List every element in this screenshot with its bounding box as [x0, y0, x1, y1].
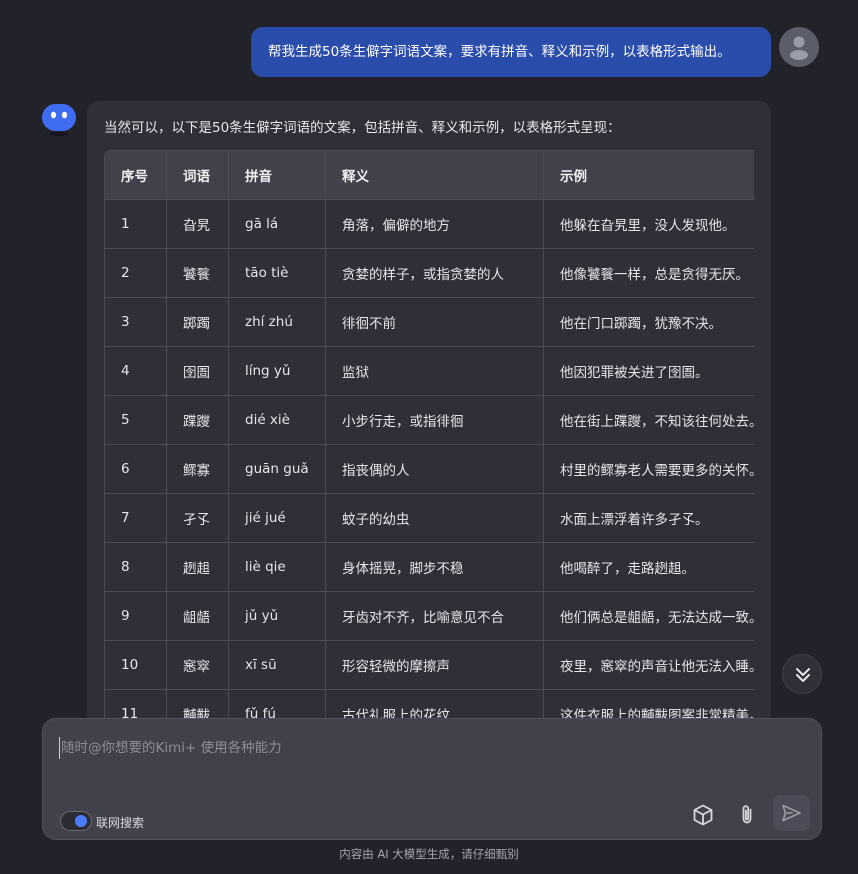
toggle-knob: [75, 815, 87, 827]
assistant-message-card: 当然可以，以下是50条生僻字词语的文案，包括拼音、释义和示例，以表格形式呈现： …: [87, 101, 771, 741]
table-row: 1 旮旯 gā lá 角落，偏僻的地方 他躲在旮旯里，没人发现他。: [104, 199, 754, 249]
table-row: 3 踯躅 zhí zhú 徘徊不前 他在门口踯躅，犹豫不决。: [104, 297, 754, 347]
double-chevron-down-icon: [796, 668, 810, 682]
cell-pinyin: jié jué: [228, 493, 326, 543]
table-row: 2 饕餮 tāo tiè 贪婪的样子，或指贪婪的人 他像饕餮一样，总是贪得无厌。: [104, 248, 754, 298]
scroll-to-bottom-button[interactable]: [782, 654, 822, 694]
table-row: 4 囹圄 líng yǔ 监狱 他因犯罪被关进了囹圄。: [104, 346, 754, 396]
message-input[interactable]: [59, 737, 759, 759]
cell-index: 10: [104, 640, 167, 690]
cell-word: 孑孓: [166, 493, 229, 543]
cell-index: 2: [104, 248, 167, 298]
cell-example: 村里的鳏寡老人需要更多的关怀。: [543, 444, 754, 494]
cell-index: 1: [104, 199, 167, 249]
cell-word: 旮旯: [166, 199, 229, 249]
web-search-label: 联网搜索: [96, 816, 145, 830]
cell-pinyin: liè qie: [228, 542, 326, 592]
cell-word: 窸窣: [166, 640, 229, 690]
cell-index: 6: [104, 444, 167, 494]
user-message-row: 帮我生成50条生僻字词语文案，要求有拼音、释义和示例，以表格形式输出。: [0, 27, 858, 77]
table-row: 8 趔趄 liè qie 身体摇晃，脚步不稳 他喝醉了，走路趔趄。: [104, 542, 754, 592]
cell-meaning: 蚊子的幼虫: [325, 493, 544, 543]
cell-example: 他躲在旮旯里，没人发现他。: [543, 199, 754, 249]
cell-meaning: 角落，偏僻的地方: [325, 199, 544, 249]
table-row: 6 鳏寡 guān guǎ 指丧偶的人 村里的鳏寡老人需要更多的关怀。: [104, 444, 754, 494]
cell-pinyin: tāo tiè: [228, 248, 326, 298]
user-avatar-icon[interactable]: [779, 27, 819, 67]
user-message-bubble: 帮我生成50条生僻字词语文案，要求有拼音、释义和示例，以表格形式输出。: [251, 27, 771, 77]
send-button[interactable]: [773, 795, 810, 831]
cell-word: 饕餮: [166, 248, 229, 298]
table-row: 10 窸窣 xī sū 形容轻微的摩擦声 夜里，窸窣的声音让他无法入睡。: [104, 640, 754, 690]
cell-example: 他在街上蹀躞，不知该往何处去。: [543, 395, 754, 445]
cell-word: 囹圄: [166, 346, 229, 396]
cell-example: 他们俩总是龃龉，无法达成一致。: [543, 591, 754, 641]
header-pinyin: 拼音: [228, 150, 326, 200]
cell-meaning: 监狱: [325, 346, 544, 396]
cell-pinyin: dié xiè: [228, 395, 326, 445]
cell-example: 他喝醉了，走路趔趄。: [543, 542, 754, 592]
header-meaning: 释义: [325, 150, 544, 200]
header-example: 示例: [543, 150, 754, 200]
cube-icon[interactable]: [691, 803, 715, 827]
table-header-row: 序号 词语 拼音 释义 示例: [104, 150, 754, 200]
cell-example: 夜里，窸窣的声音让他无法入睡。: [543, 640, 754, 690]
cell-pinyin: xī sū: [228, 640, 326, 690]
cell-index: 8: [104, 542, 167, 592]
cell-word: 踯躅: [166, 297, 229, 347]
chat-page: 帮我生成50条生僻字词语文案，要求有拼音、释义和示例，以表格形式输出。 当然可以…: [0, 0, 858, 874]
cell-index: 3: [104, 297, 167, 347]
header-index: 序号: [104, 150, 167, 200]
cell-example: 他因犯罪被关进了囹圄。: [543, 346, 754, 396]
cell-meaning: 贪婪的样子，或指贪婪的人: [325, 248, 544, 298]
cell-word: 蹀躞: [166, 395, 229, 445]
cell-meaning: 小步行走，或指徘徊: [325, 395, 544, 445]
cell-index: 4: [104, 346, 167, 396]
cell-pinyin: gā lá: [228, 199, 326, 249]
cell-example: 他像饕餮一样，总是贪得无厌。: [543, 248, 754, 298]
header-word: 词语: [166, 150, 229, 200]
words-table: 序号 词语 拼音 释义 示例 1 旮旯 gā lá 角落，偏僻的地方 他躲在旮旯…: [104, 150, 754, 739]
cell-meaning: 身体摇晃，脚步不稳: [325, 542, 544, 592]
cell-meaning: 徘徊不前: [325, 297, 544, 347]
cell-example: 他在门口踯躅，犹豫不决。: [543, 297, 754, 347]
send-icon: [782, 804, 801, 822]
cell-meaning: 指丧偶的人: [325, 444, 544, 494]
cell-example: 水面上漂浮着许多孑孓。: [543, 493, 754, 543]
cell-pinyin: zhí zhú: [228, 297, 326, 347]
message-composer: 联网搜索: [42, 718, 822, 840]
cell-index: 5: [104, 395, 167, 445]
paperclip-icon[interactable]: [735, 803, 759, 827]
web-search-toggle[interactable]: [60, 811, 92, 831]
cell-pinyin: guān guǎ: [228, 444, 326, 494]
cell-index: 9: [104, 591, 167, 641]
cell-pinyin: jǔ yǔ: [228, 591, 326, 641]
ai-disclaimer-footer: 内容由 AI 大模型生成，请仔细甄别: [339, 847, 519, 861]
cell-word: 龃龉: [166, 591, 229, 641]
table-row: 9 龃龉 jǔ yǔ 牙齿对不齐，比喻意见不合 他们俩总是龃龉，无法达成一致。: [104, 591, 754, 641]
cell-index: 7: [104, 493, 167, 543]
cell-word: 鳏寡: [166, 444, 229, 494]
kimi-bot-icon: [41, 103, 77, 137]
cell-word: 趔趄: [166, 542, 229, 592]
cell-meaning: 牙齿对不齐，比喻意见不合: [325, 591, 544, 641]
table-row: 7 孑孓 jié jué 蚊子的幼虫 水面上漂浮着许多孑孓。: [104, 493, 754, 543]
words-table-container[interactable]: 序号 词语 拼音 释义 示例 1 旮旯 gā lá 角落，偏僻的地方 他躲在旮旯…: [104, 150, 754, 741]
table-row: 5 蹀躞 dié xiè 小步行走，或指徘徊 他在街上蹀躞，不知该往何处去。: [104, 395, 754, 445]
cell-meaning: 形容轻微的摩擦声: [325, 640, 544, 690]
assistant-intro-text: 当然可以，以下是50条生僻字词语的文案，包括拼音、释义和示例，以表格形式呈现：: [104, 120, 621, 136]
cell-pinyin: líng yǔ: [228, 346, 326, 396]
